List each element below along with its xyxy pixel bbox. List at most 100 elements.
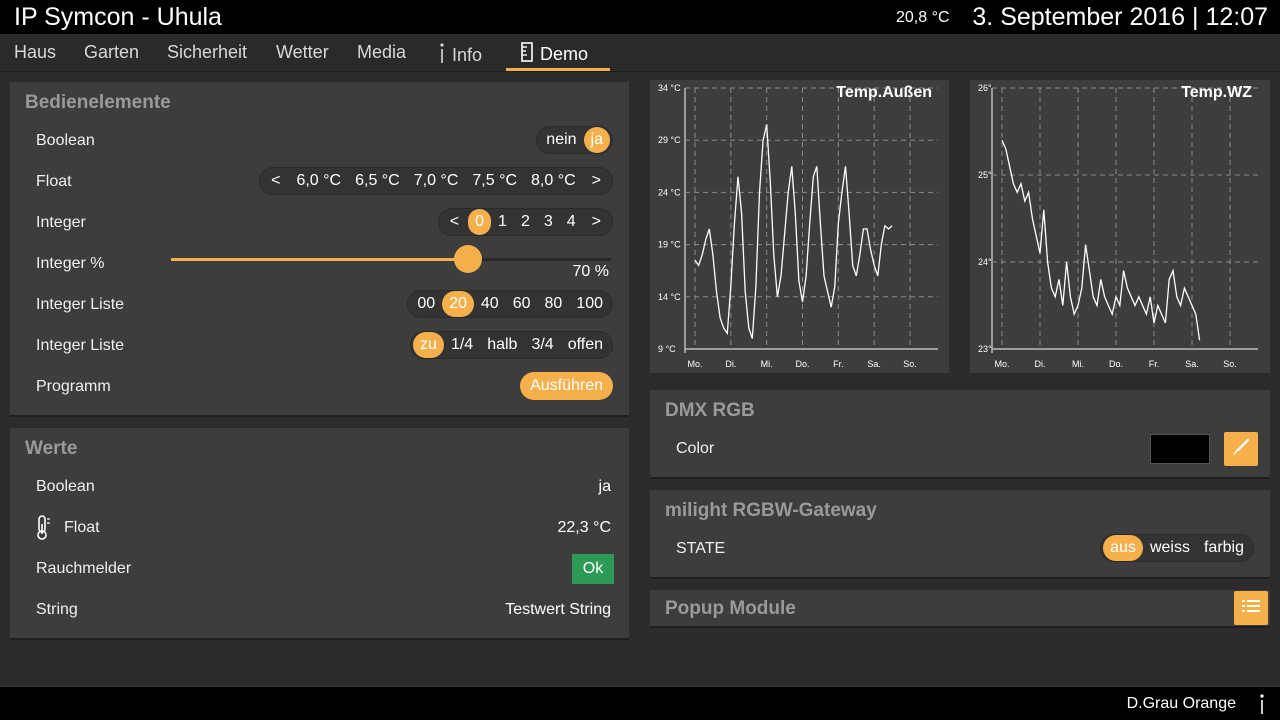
y-tick-label: 24 °C	[658, 187, 681, 197]
y-tick-label: 19 °C	[658, 240, 681, 250]
info-icon[interactable]	[1258, 693, 1266, 720]
run-button[interactable]: Ausführen	[520, 372, 613, 400]
x-tick-label: Fr.	[1149, 359, 1160, 369]
chart-temp-aussen: 9 °C 14 °C 19 °C 24 °C 29 °C 34 °C Mo. Di. Mi. Do…	[650, 80, 949, 373]
integer-prev-button[interactable]: <	[441, 209, 468, 235]
integer-option[interactable]: 2	[514, 209, 537, 235]
x-tick-label: Sa.	[867, 359, 881, 369]
panel-title: milight RGBW-Gateway	[665, 500, 877, 521]
boolean-toggle[interactable]: nein ja	[536, 126, 613, 154]
color-label: Color	[676, 440, 715, 457]
tab-info[interactable]: Info	[438, 42, 482, 69]
float-option[interactable]: 6,5 °C	[348, 168, 407, 194]
dmx-panel: DMX RGB Color	[650, 390, 1270, 479]
y-tick-label: 26°	[978, 83, 992, 93]
integer-label: Integer	[36, 214, 86, 231]
x-tick-label: Do.	[795, 359, 809, 369]
panel-title: DMX RGB	[665, 400, 755, 421]
x-tick-label: So.	[903, 359, 917, 369]
y-tick-label: 14 °C	[658, 292, 681, 302]
liste-option[interactable]: 60	[506, 291, 538, 317]
liste-option[interactable]: 20	[442, 291, 474, 317]
liste-option[interactable]: 40	[474, 291, 506, 317]
panel-title: Werte	[25, 438, 78, 459]
boolean-option-ja[interactable]: ja	[583, 127, 610, 153]
x-tick-label: Mi.	[1072, 359, 1084, 369]
integer-option[interactable]: 4	[560, 209, 583, 235]
integer-pct-slider[interactable]	[171, 245, 611, 273]
liste-option[interactable]: zu	[413, 332, 444, 358]
info-icon	[438, 42, 446, 69]
float-option[interactable]: 6,0 °C	[289, 168, 348, 194]
boolean-value: ja	[598, 478, 611, 495]
float-prev-button[interactable]: <	[262, 168, 289, 194]
tab-label: Sicherheit	[167, 42, 248, 62]
integer-selector[interactable]: < 0 1 2 3 4 >	[437, 208, 613, 236]
slider-thumb[interactable]	[454, 245, 482, 273]
float-value: 22,3 °C	[557, 519, 611, 536]
float-option[interactable]: 8,0 °C	[524, 168, 583, 194]
state-option-weiss[interactable]: weiss	[1143, 535, 1197, 561]
tab-garten[interactable]: Garten	[84, 42, 139, 63]
boolean-label: Boolean	[36, 478, 95, 495]
state-option-farbig[interactable]: farbig	[1197, 535, 1251, 561]
string-label: String	[36, 601, 78, 618]
tab-demo[interactable]: Demo	[520, 42, 588, 67]
status-badge: Ok	[572, 554, 614, 584]
thermometer-icon	[35, 514, 51, 545]
liste-option[interactable]: halb	[480, 332, 524, 358]
footer-bar: D.Grau Orange	[0, 686, 1280, 720]
x-tick-label: Mo.	[994, 359, 1009, 369]
top-bar: IP Symcon - Uhula 20,8 °C 3. September 2…	[0, 0, 1280, 34]
tab-label: Media	[357, 42, 407, 62]
state-label: STATE	[676, 540, 726, 557]
boolean-option-nein[interactable]: nein	[539, 127, 583, 153]
tab-label: Info	[452, 45, 483, 65]
tab-label: Demo	[540, 44, 589, 64]
integer-option[interactable]: 1	[491, 209, 514, 235]
tab-sicherheit[interactable]: Sicherheit	[167, 42, 247, 63]
tab-media[interactable]: Media	[357, 42, 406, 63]
color-picker-button[interactable]	[1224, 432, 1258, 466]
float-next-button[interactable]: >	[583, 168, 610, 194]
x-tick-label: Mo.	[687, 359, 702, 369]
y-tick-label: 9 °C	[658, 344, 676, 354]
integer-liste-selector[interactable]: 00 20 40 60 80 100	[407, 290, 613, 318]
integer-option[interactable]: 0	[468, 209, 492, 235]
tab-haus[interactable]: Haus	[14, 42, 56, 63]
x-tick-label: Sa.	[1185, 359, 1199, 369]
app-title: IP Symcon - Uhula	[14, 3, 222, 31]
chart-title: Temp.Außen	[836, 84, 932, 101]
y-tick-label: 25°	[978, 170, 992, 180]
liste-option[interactable]: 1/4	[444, 332, 480, 358]
liste-option[interactable]: 3/4	[524, 332, 560, 358]
chart-title: Temp.WZ	[1181, 84, 1252, 101]
chart-temp-wz: 23° 24° 25° 26° Mo. Di. Mi. Do. Fr. Sa. So. Temp.WZ	[970, 80, 1270, 373]
float-label: Float	[36, 173, 72, 190]
tab-wetter[interactable]: Wetter	[276, 42, 329, 63]
milight-panel: milight RGBW-Gateway STATE aus weiss far…	[650, 490, 1270, 579]
werte-panel: Werte Boolean ja Float 22,3 °C Rauchmeld…	[10, 428, 629, 640]
tab-label: Garten	[84, 42, 140, 62]
liste-option[interactable]: 100	[569, 291, 610, 317]
y-tick-label: 29 °C	[658, 135, 681, 145]
x-tick-label: Do.	[1109, 359, 1123, 369]
string-value: Testwert String	[505, 601, 611, 618]
color-swatch[interactable]	[1150, 434, 1210, 464]
temp-aussen-chart: 9 °C 14 °C 19 °C 24 °C 29 °C 34 °C Mo. Di. Mi. Do…	[658, 83, 938, 369]
slider-fill	[171, 258, 468, 261]
liste-option[interactable]: 80	[538, 291, 570, 317]
state-option-aus[interactable]: aus	[1103, 535, 1143, 561]
integer-next-button[interactable]: >	[583, 209, 610, 235]
float-option[interactable]: 7,5 °C	[465, 168, 524, 194]
float-selector[interactable]: < 6,0 °C 6,5 °C 7,0 °C 7,5 °C 8,0 °C >	[259, 167, 613, 195]
float-option[interactable]: 7,0 °C	[407, 168, 466, 194]
popup-open-button[interactable]	[1234, 591, 1268, 625]
liste-option[interactable]: offen	[561, 332, 610, 358]
liste-option[interactable]: 00	[410, 291, 442, 317]
integer-liste-selector[interactable]: zu 1/4 halb 3/4 offen	[410, 331, 613, 359]
integer-option[interactable]: 3	[537, 209, 560, 235]
y-tick-label: 34 °C	[658, 83, 681, 93]
panel-title: Bedienelemente	[25, 92, 171, 113]
state-selector[interactable]: aus weiss farbig	[1100, 534, 1254, 562]
